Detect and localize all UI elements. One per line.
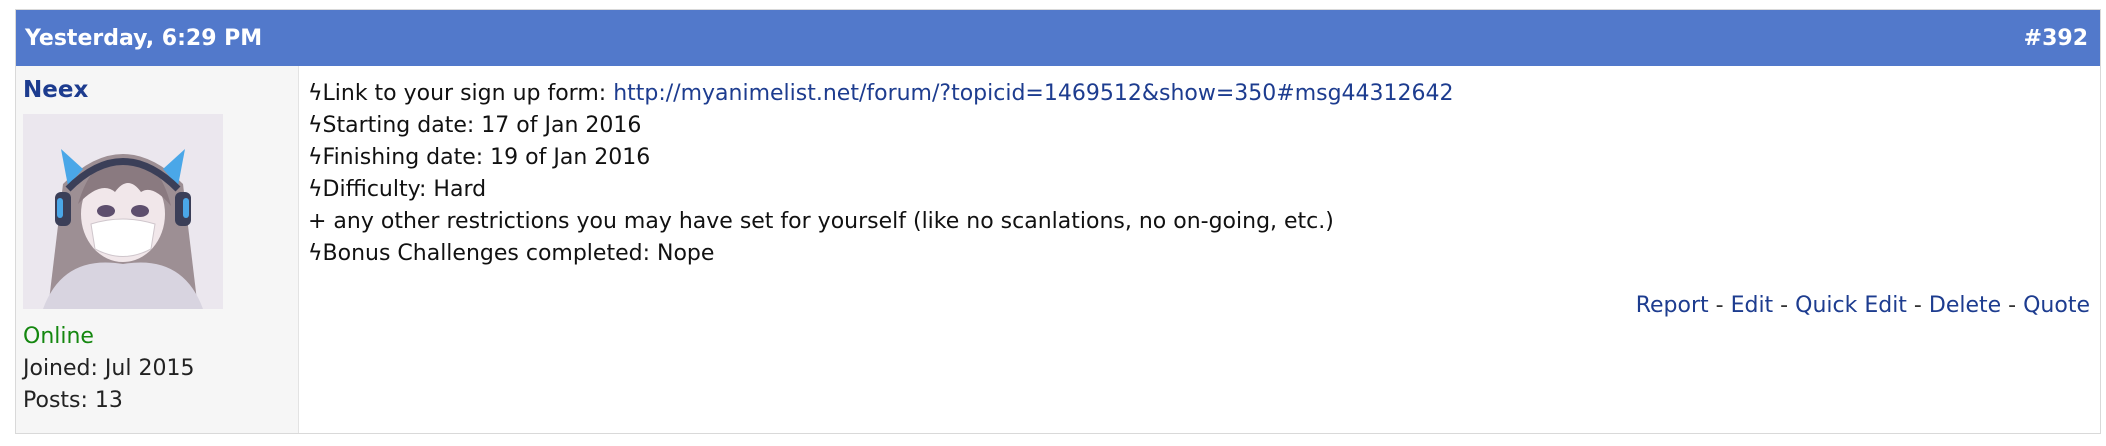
post-number[interactable]: #392 <box>2024 26 2088 51</box>
signup-form-link[interactable]: http://myanimelist.net/forum/?topicid=14… <box>613 81 1453 106</box>
online-status: Online <box>23 324 94 349</box>
content-line-start: ϟStarting date: 17 of Jan 2016 <box>308 113 642 138</box>
quick-edit-link[interactable]: Quick Edit <box>1795 293 1907 318</box>
edit-link[interactable]: Edit <box>1731 293 1774 318</box>
signup-label: ϟLink to your sign up form: <box>308 81 614 106</box>
delete-link[interactable]: Delete <box>1929 293 2001 318</box>
separator: - <box>1906 293 1929 318</box>
post-header: Yesterday, 6:29 PM #392 <box>16 10 2100 66</box>
quote-link[interactable]: Quote <box>2023 293 2090 318</box>
separator: - <box>1773 293 1796 318</box>
joined-date: Joined: Jul 2015 <box>23 356 195 381</box>
content-line-finish: ϟFinishing date: 19 of Jan 2016 <box>308 145 651 170</box>
separator: - <box>2001 293 2024 318</box>
avatar-image <box>23 114 223 309</box>
post-body: Neex Online Joined: Jul 2015 Posts: 13 ϟ… <box>16 66 2100 433</box>
post-content: ϟLink to your sign up form: http://myani… <box>299 66 2100 433</box>
avatar[interactable] <box>23 114 223 309</box>
post-actions: Report - Edit - Quick Edit - Delete - Qu… <box>1636 293 2090 318</box>
report-link[interactable]: Report <box>1636 293 1709 318</box>
separator: - <box>1708 293 1731 318</box>
content-line-restrictions: + any other restrictions you may have se… <box>308 209 1334 234</box>
content-line-bonus: ϟBonus Challenges completed: Nope <box>308 241 715 266</box>
username-link[interactable]: Neex <box>23 76 298 104</box>
content-line-difficulty: ϟDifficulty: Hard <box>308 177 487 202</box>
user-sidebar: Neex Online Joined: Jul 2015 Posts: 13 <box>16 66 299 433</box>
forum-post: Yesterday, 6:29 PM #392 Neex Online Join… <box>15 9 2101 434</box>
post-count: Posts: 13 <box>23 388 123 413</box>
post-date: Yesterday, 6:29 PM <box>25 25 263 51</box>
content-line-signup: ϟLink to your sign up form: http://myani… <box>308 78 2100 110</box>
